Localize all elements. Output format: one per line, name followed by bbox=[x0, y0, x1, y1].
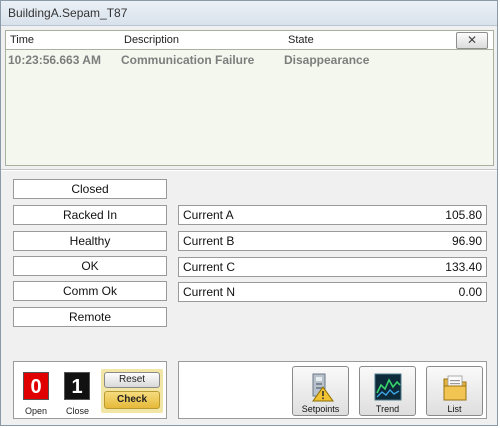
close-icon: ✕ bbox=[466, 33, 478, 47]
status-communication: Comm Ok bbox=[13, 281, 167, 301]
event-time: 10:23:56.663 AM bbox=[8, 53, 101, 67]
reset-button[interactable]: Reset bbox=[104, 372, 160, 388]
column-header-description[interactable]: Description bbox=[124, 34, 179, 46]
open-label: Open bbox=[25, 406, 48, 416]
tools-panel: Setpoints Trend List bbox=[178, 361, 487, 419]
trend-button[interactable]: Trend bbox=[359, 366, 416, 416]
trend-label: Trend bbox=[375, 404, 400, 414]
measurement-value: 96.90 bbox=[451, 234, 482, 248]
folder-list-icon bbox=[443, 375, 467, 401]
list-button[interactable]: List bbox=[426, 366, 483, 416]
event-description: Communication Failure bbox=[121, 53, 255, 67]
device-window: BuildingA.Sepam_T87 Time Description Sta… bbox=[0, 0, 498, 426]
close-event-list-button[interactable]: ✕ bbox=[456, 32, 488, 49]
open-state-indicator[interactable]: 0 bbox=[23, 372, 49, 400]
status-ok: OK bbox=[13, 256, 167, 276]
measurement-value: 133.40 bbox=[445, 260, 482, 274]
status-control-mode: Remote bbox=[13, 307, 167, 327]
column-header-time[interactable]: Time bbox=[10, 34, 34, 46]
check-button[interactable]: Check bbox=[104, 391, 160, 409]
measurement-label: Current B bbox=[183, 234, 235, 248]
column-header-state[interactable]: State bbox=[288, 34, 314, 46]
measurement-value: 0.00 bbox=[458, 285, 482, 299]
event-list-header: Time Description State ✕ bbox=[6, 31, 493, 50]
measurement-current-b: Current B 96.90 bbox=[178, 231, 487, 251]
event-list[interactable]: Time Description State ✕ 10:23:56.663 AM… bbox=[5, 30, 494, 166]
setpoints-button[interactable]: Setpoints bbox=[292, 366, 349, 416]
measurement-current-a: Current A 105.80 bbox=[178, 205, 487, 225]
breaker-control-panel: 0 Open 1 Close Reset Check bbox=[13, 361, 167, 419]
title-bar[interactable]: BuildingA.Sepam_T87 bbox=[1, 1, 497, 26]
command-button-group: Reset Check bbox=[101, 369, 163, 413]
section-divider bbox=[1, 169, 497, 171]
window-title: BuildingA.Sepam_T87 bbox=[8, 6, 128, 20]
setpoints-label: Setpoints bbox=[301, 404, 340, 414]
close-state-indicator[interactable]: 1 bbox=[64, 372, 90, 400]
measurement-current-n: Current N 0.00 bbox=[178, 282, 487, 302]
status-health: Healthy bbox=[13, 231, 167, 251]
status-rack-position: Racked In bbox=[13, 205, 167, 225]
event-row[interactable]: 10:23:56.663 AM Communication Failure Di… bbox=[6, 53, 493, 69]
status-breaker-position: Closed bbox=[13, 179, 167, 199]
measurement-current-c: Current C 133.40 bbox=[178, 257, 487, 277]
measurement-label: Current N bbox=[183, 285, 236, 299]
trend-chart-icon bbox=[374, 373, 402, 401]
event-state: Disappearance bbox=[284, 53, 370, 67]
list-label: List bbox=[447, 404, 462, 414]
measurement-label: Current C bbox=[183, 260, 236, 274]
close-label: Close bbox=[66, 406, 90, 416]
setpoints-icon bbox=[312, 373, 334, 402]
measurement-label: Current A bbox=[183, 208, 234, 222]
measurement-value: 105.80 bbox=[445, 208, 482, 222]
